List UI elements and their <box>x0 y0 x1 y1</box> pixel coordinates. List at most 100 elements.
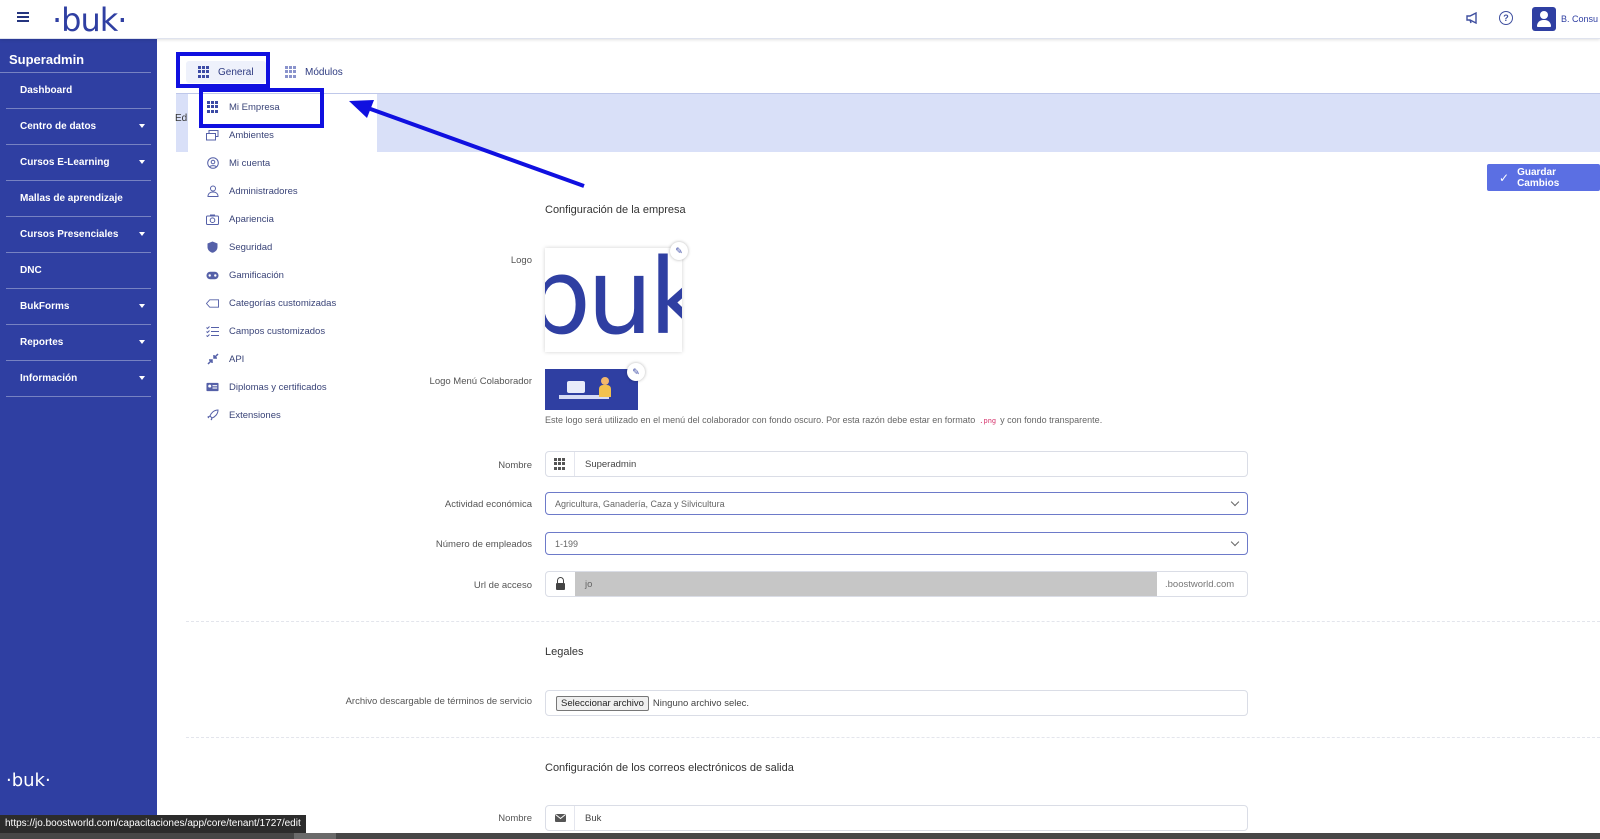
page-title-partial: Ed <box>175 113 188 124</box>
sidebar-item-label: DNC <box>20 265 42 276</box>
menu-item-categorias[interactable]: Categorías customizadas <box>206 293 336 313</box>
help-code: .png <box>979 417 997 425</box>
hamburger-menu-icon[interactable] <box>17 12 29 22</box>
help-icon[interactable]: ? <box>1499 11 1513 25</box>
tab-modulos[interactable]: Módulos <box>279 61 349 83</box>
sidebar-item-centro-de-datos[interactable]: Centro de datos <box>6 109 151 145</box>
url-value: jo <box>575 572 1157 596</box>
avatar[interactable] <box>1532 7 1556 31</box>
terms-label: Archivo descargable de términos de servi… <box>345 696 532 707</box>
menu-item-extensiones[interactable]: Extensiones <box>206 405 281 425</box>
brand-logo[interactable]: ·buk· <box>52 1 127 39</box>
scrollbar-thumb[interactable] <box>294 833 336 839</box>
file-status: Ninguno archivo selec. <box>652 697 750 709</box>
sidebar-item-dashboard[interactable]: Dashboard <box>6 73 151 109</box>
edit-colab-logo-pencil-icon[interactable]: ✎ <box>627 363 645 381</box>
employees-value: 1-199 <box>555 538 579 549</box>
menu-item-administradores[interactable]: Administradores <box>206 181 298 201</box>
menu-item-mi-cuenta[interactable]: Mi cuenta <box>206 153 270 173</box>
menu-item-label: Apariencia <box>229 213 274 225</box>
save-changes-button[interactable]: ✓ Guardar Cambios <box>1487 164 1600 191</box>
company-name-input[interactable]: Superadmin <box>545 451 1248 477</box>
sidebar-item-reportes[interactable]: Reportes <box>6 325 151 361</box>
lock-icon <box>546 572 575 596</box>
id-card-icon <box>206 381 219 393</box>
sidebar-item-cursos-elearning[interactable]: Cursos E-Learning <box>6 145 151 181</box>
sidebar-item-label: Mallas de aprendizaje <box>20 193 123 204</box>
select-file-button[interactable]: Seleccionar archivo <box>556 695 649 711</box>
company-name-value: Superadmin <box>585 458 637 470</box>
windows-icon <box>206 129 219 141</box>
sidebar-item-label: Dashboard <box>20 85 73 96</box>
sidebar: Superadmin Dashboard Centro de datos Cur… <box>0 39 157 839</box>
caret-down-icon <box>139 304 145 308</box>
menu-item-label: Ambientes <box>229 129 274 141</box>
access-url-field: jo .boostworld.com <box>545 571 1248 597</box>
arrows-icon <box>206 353 219 365</box>
check-icon: ✓ <box>1499 170 1510 185</box>
sidebar-footer-logo: ·buk· <box>6 770 51 791</box>
activity-label: Actividad económica <box>444 499 532 510</box>
grid-icon <box>546 452 575 476</box>
sidebar-item-bukforms[interactable]: BukForms <box>6 289 151 325</box>
terms-file-input[interactable]: Seleccionar archivo Ninguno archivo sele… <box>545 690 1248 716</box>
colab-logo-preview <box>545 369 638 410</box>
edit-logo-pencil-icon[interactable]: ✎ <box>670 242 688 260</box>
section-divider <box>186 621 1600 622</box>
save-button-label: Guardar Cambios <box>1517 166 1560 189</box>
user-circle-icon <box>206 157 219 169</box>
browser-status-url: https://jo.boostworld.com/capacitaciones… <box>0 815 306 833</box>
camera-icon <box>206 213 219 225</box>
menu-item-label: Categorías customizadas <box>229 297 337 309</box>
section-title-email: Configuración de los correos electrónico… <box>545 762 794 774</box>
sidebar-item-mallas[interactable]: Mallas de aprendizaje <box>6 181 151 217</box>
menu-item-label: Seguridad <box>229 241 273 253</box>
sidebar-item-label: Información <box>20 373 78 384</box>
menu-item-label: Extensiones <box>229 409 281 421</box>
top-bar: ·buk· ? B. Consu <box>0 0 1600 39</box>
help-text-part: y con fondo transparente. <box>1000 415 1103 425</box>
menu-item-label: Diplomas y certificados <box>229 381 327 393</box>
admin-user-icon <box>206 185 219 197</box>
sidebar-item-dnc[interactable]: DNC <box>6 253 151 289</box>
name-label: Nombre <box>498 460 532 471</box>
user-name[interactable]: B. Consu <box>1561 14 1598 24</box>
grid-icon <box>285 66 297 78</box>
menu-item-label: Campos customizados <box>229 325 326 337</box>
tag-icon <box>206 297 219 309</box>
employees-select[interactable]: 1-199 <box>545 532 1248 555</box>
chevron-down-icon <box>1230 537 1240 547</box>
sidebar-item-cursos-presenciales[interactable]: Cursos Presenciales <box>6 217 151 253</box>
highlight-box-general <box>176 52 270 88</box>
help-text-part: Este logo será utilizado en el menú del … <box>545 415 976 425</box>
email-name-value: Buk <box>585 812 602 824</box>
menu-item-diplomas[interactable]: Diplomas y certificados <box>206 377 327 397</box>
employees-label: Número de empleados <box>435 539 532 550</box>
sidebar-item-informacion[interactable]: Información <box>6 361 151 397</box>
envelope-icon <box>546 806 575 830</box>
email-sender-name-input[interactable]: Buk <box>545 805 1248 831</box>
company-logo-preview: buk <box>545 248 682 352</box>
caret-down-icon <box>139 376 145 380</box>
general-dropdown-menu: Mi Empresa Ambientes Mi cuenta Administr… <box>188 94 377 434</box>
horizontal-scrollbar[interactable] <box>0 833 1600 839</box>
menu-item-campos[interactable]: Campos customizados <box>206 321 325 341</box>
sidebar-item-label: Cursos Presenciales <box>20 229 119 240</box>
caret-down-icon <box>139 124 145 128</box>
menu-item-api[interactable]: API <box>206 349 244 369</box>
menu-item-apariencia[interactable]: Apariencia <box>206 209 274 229</box>
caret-down-icon <box>139 160 145 164</box>
section-title-legal: Legales <box>545 646 584 658</box>
header-band <box>176 94 1600 152</box>
menu-item-ambientes[interactable]: Ambientes <box>206 125 274 145</box>
menu-item-gamificacion[interactable]: Gamificación <box>206 265 284 285</box>
email-name-label: Nombre <box>498 813 532 824</box>
menu-item-seguridad[interactable]: Seguridad <box>206 237 272 257</box>
company-logo-image: buk <box>545 248 682 352</box>
activity-select[interactable]: Agricultura, Ganadería, Caza y Silvicult… <box>545 492 1248 515</box>
megaphone-icon[interactable] <box>1465 10 1481 26</box>
menu-item-label: Mi cuenta <box>229 157 271 169</box>
shield-icon <box>206 241 219 253</box>
tab-label: Módulos <box>305 66 343 78</box>
chevron-down-icon <box>1230 497 1240 507</box>
